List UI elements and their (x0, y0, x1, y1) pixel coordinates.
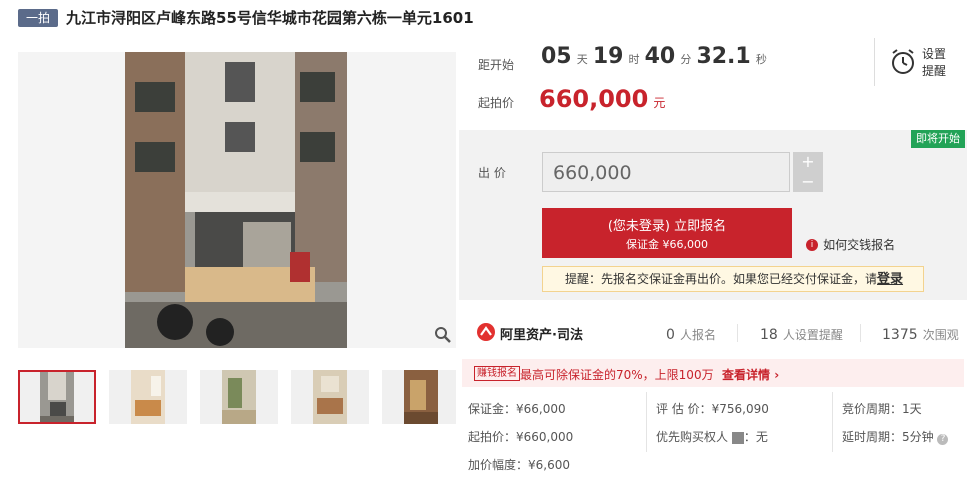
set-reminder-button[interactable]: 设置 提醒 (890, 46, 960, 80)
minutes-unit: 分 (680, 53, 692, 66)
divider (737, 324, 738, 342)
delay-info: 延时周期：5分钟 ? (842, 428, 949, 445)
priority-label: 优先购买权人 (656, 430, 729, 444)
priority-info: 优先购买权人 ：无 (656, 428, 768, 445)
stat-num: 0 (666, 327, 675, 343)
divider (874, 38, 875, 86)
how-to-pay-label: 如何交钱报名 (823, 238, 896, 252)
thumbnail-2[interactable] (109, 370, 187, 424)
start-price-info: 起拍价：¥660,000 (468, 430, 574, 444)
login-link[interactable]: 登录 (877, 272, 903, 287)
promo-text: 最高可除保证金的70%，上限100万 (520, 368, 714, 382)
priority-value: ：无 (743, 430, 768, 444)
promo-detail-link[interactable]: 查看详情 › (722, 366, 779, 383)
main-image-viewer[interactable] (18, 52, 456, 348)
countdown-hours: 19 (592, 44, 624, 69)
chevron-right-icon: › (774, 368, 780, 382)
seconds-unit: 秒 (755, 53, 767, 66)
notice-text: 提醒：先报名交保证金再出价。如果您已经交付保证金，请 (565, 272, 878, 286)
promo-tag: 赚钱报名 (474, 366, 520, 381)
thumbnail-strip (18, 370, 456, 426)
stat-views: 1375 次围观 (882, 324, 959, 343)
info-icon: i (806, 238, 818, 251)
countdown-minutes: 40 (644, 44, 676, 69)
bid-label: 出 价 (478, 166, 506, 180)
ali-asset-logo-icon (476, 322, 496, 346)
page-title: 九江市浔阳区卢峰东路55号信华城市花园第六栋一单元1601 (66, 9, 474, 27)
delay-label: 延时周期：5分钟 (842, 430, 934, 444)
appraisal-info: 评 估 价：¥756,090 (656, 402, 769, 416)
help-icon[interactable] (731, 431, 744, 444)
building-photo (125, 52, 347, 348)
auction-round-badge: 一拍 (18, 9, 58, 27)
login-notice: 提醒：先报名交保证金再出价。如果您已经交付保证金，请登录 (542, 266, 924, 292)
question-icon[interactable]: ? (937, 434, 949, 445)
increase-bid-button[interactable]: + (793, 152, 823, 172)
start-price-unit: 元 (653, 96, 666, 110)
alarm-clock-icon (890, 48, 916, 80)
deposit-info: 保证金：¥66,000 (468, 402, 566, 416)
zoom-icon[interactable] (434, 326, 452, 344)
status-badge: 即将开始 (911, 130, 965, 148)
promo-link-label: 查看详情 (722, 368, 771, 382)
start-price-value: 660,000 (539, 85, 649, 113)
reminder-label-2: 提醒 (922, 64, 947, 78)
decrease-bid-button[interactable]: − (793, 172, 823, 192)
start-price-label: 起拍价 (478, 96, 515, 110)
days-unit: 天 (576, 53, 588, 66)
thumbnail-3[interactable] (200, 370, 278, 424)
increment-info: 加价幅度：¥6,600 (468, 458, 570, 472)
stat-reminders: 18 人设置提醒 (760, 324, 843, 343)
thumbnail-1[interactable] (18, 370, 96, 424)
countdown-seconds: 32.1 (696, 44, 751, 69)
signup-label: (您未登录) 立即报名 (607, 219, 727, 234)
divider (832, 392, 833, 452)
bid-input[interactable]: 660,000 (542, 152, 790, 192)
stat-num: 1375 (882, 327, 918, 343)
cycle-info: 竞价周期：1天 (842, 402, 922, 416)
thumbnail-4[interactable] (291, 370, 369, 424)
countdown-label: 距开始 (478, 58, 515, 72)
stat-signups: 0 人报名 (666, 324, 716, 343)
signup-button[interactable]: (您未登录) 立即报名 保证金 ¥66,000 (542, 208, 792, 258)
stat-label: 次围观 (922, 328, 959, 342)
countdown-days: 05 (541, 44, 572, 69)
how-to-pay-link[interactable]: i 如何交钱报名 (806, 234, 895, 253)
hours-unit: 时 (628, 53, 640, 66)
thumbnail-5[interactable] (382, 370, 456, 424)
brand-name: 阿里资产·司法 (500, 328, 583, 343)
signup-deposit: 保证金 ¥66,000 (626, 238, 708, 251)
reminder-label-1: 设置 (922, 47, 947, 61)
divider (860, 324, 861, 342)
countdown-timer: 05 天 19 时 40 分 32.1 秒 (541, 44, 767, 69)
stat-num: 18 (760, 327, 778, 343)
divider (646, 392, 647, 452)
stat-label: 人设置提醒 (782, 328, 843, 342)
stat-label: 人报名 (680, 328, 717, 342)
